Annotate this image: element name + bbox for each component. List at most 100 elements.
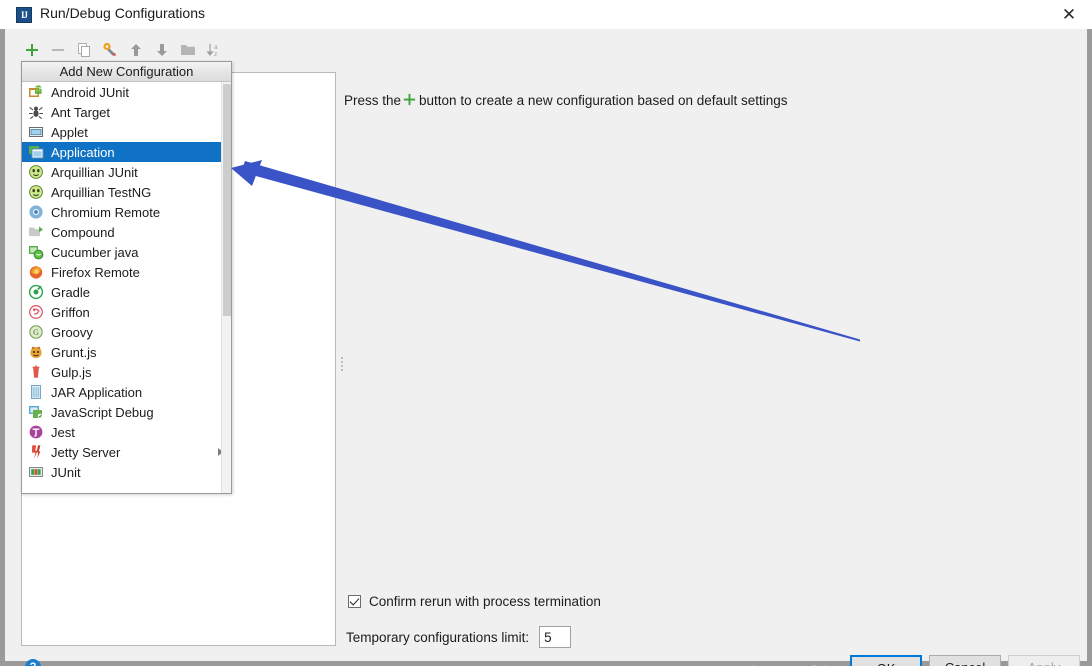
add-configuration-button[interactable] xyxy=(21,38,43,62)
applet-icon xyxy=(28,124,44,140)
run-debug-configurations-dialog: IJ Run/Debug Configurations ✕ a z Press … xyxy=(0,0,1092,666)
jar-icon xyxy=(28,384,44,400)
new-folder-button[interactable] xyxy=(177,38,199,62)
configuration-type-list[interactable]: Android JUnit Ant Target Applet Application… xyxy=(22,82,231,493)
gradle-icon xyxy=(28,284,44,300)
config-type-item[interactable]: Gradle xyxy=(22,282,231,302)
config-type-label: JUnit xyxy=(51,464,81,480)
config-type-label: Application xyxy=(51,144,115,160)
config-type-label: Jest xyxy=(51,424,75,440)
config-type-label: Chromium Remote xyxy=(51,204,161,220)
config-type-label: Gradle xyxy=(51,284,91,300)
svg-text:G: G xyxy=(33,328,39,337)
config-type-label: Applet xyxy=(51,124,88,140)
confirm-rerun-checkbox[interactable] xyxy=(348,595,361,608)
wrench-icon xyxy=(99,42,121,58)
confirm-rerun-label: Confirm rerun with process termination xyxy=(369,594,601,609)
config-type-label: Ant Target xyxy=(51,104,111,120)
config-type-item[interactable]: JUnit xyxy=(22,462,231,482)
ant-icon xyxy=(28,104,44,120)
config-type-label: Groovy xyxy=(51,324,93,340)
config-type-item[interactable]: Arquillian JUnit xyxy=(22,162,231,182)
application-icon xyxy=(28,144,44,160)
temporary-limit-label: Temporary configurations limit: xyxy=(346,629,530,645)
hint-suffix-text: button to create a new configuration bas… xyxy=(419,92,788,108)
config-type-item[interactable]: G Groovy xyxy=(22,322,231,342)
plus-icon xyxy=(402,92,417,110)
close-icon[interactable]: ✕ xyxy=(1046,0,1092,29)
sort-az-icon: a z xyxy=(203,42,225,58)
config-type-item[interactable]: Firefox Remote xyxy=(22,262,231,282)
cancel-button[interactable]: Cancel xyxy=(929,655,1001,666)
config-type-item[interactable]: JavaScript Debug xyxy=(22,402,231,422)
config-type-item[interactable]: Grunt.js xyxy=(22,342,231,362)
config-type-label: Arquillian TestNG xyxy=(51,184,152,200)
cucumber-icon xyxy=(28,244,44,260)
ok-button[interactable]: OK xyxy=(850,655,922,666)
help-icon[interactable]: ? xyxy=(25,659,41,666)
intellij-logo-icon: IJ xyxy=(16,7,32,23)
config-type-item[interactable]: Griffon xyxy=(22,302,231,322)
popup-scrollbar-track[interactable] xyxy=(221,82,231,493)
temporary-limit-row: Temporary configurations limit: xyxy=(346,626,572,648)
copy-icon xyxy=(73,42,95,58)
add-new-configuration-popup: Add New Configuration Android JUnit Ant T… xyxy=(21,61,232,494)
config-type-item[interactable]: Android JUnit xyxy=(22,82,231,102)
config-type-item[interactable]: Jest xyxy=(22,422,231,442)
compound-icon xyxy=(28,224,44,240)
move-up-button[interactable] xyxy=(125,38,147,62)
firefox-icon xyxy=(28,264,44,280)
configuration-details-panel: Press the button to create a new configu… xyxy=(338,72,1082,648)
config-type-item[interactable]: Compound xyxy=(22,222,231,242)
junit-icon xyxy=(28,464,44,480)
arrow-down-icon xyxy=(151,42,173,58)
panel-splitter-handle[interactable] xyxy=(339,355,345,373)
config-type-item[interactable]: Applet xyxy=(22,122,231,142)
config-type-label: Firefox Remote xyxy=(51,264,140,280)
config-type-item[interactable]: Chromium Remote xyxy=(22,202,231,222)
copy-configuration-button[interactable] xyxy=(73,38,95,62)
config-type-item[interactable]: Cucumber java xyxy=(22,242,231,262)
config-type-label: Android JUnit xyxy=(51,84,130,100)
popup-title: Add New Configuration xyxy=(22,62,231,82)
config-type-label: Grunt.js xyxy=(51,344,97,360)
config-type-label: Cucumber java xyxy=(51,244,139,260)
svg-text:a: a xyxy=(214,44,218,51)
minus-icon xyxy=(47,42,69,58)
arquillian-icon xyxy=(28,184,44,200)
config-type-item[interactable]: Gulp.js xyxy=(22,362,231,382)
config-type-item[interactable]: Application xyxy=(22,142,231,162)
config-type-label: JavaScript Debug xyxy=(51,404,154,420)
chromium-icon xyxy=(28,204,44,220)
arquillian-icon xyxy=(28,164,44,180)
window-title: Run/Debug Configurations xyxy=(40,5,205,21)
empty-state-hint: Press the button to create a new configu… xyxy=(344,91,788,109)
title-bar: IJ Run/Debug Configurations ✕ xyxy=(0,0,1092,29)
folder-icon xyxy=(177,42,199,58)
grunt-icon xyxy=(28,344,44,360)
gulp-icon xyxy=(28,364,44,380)
config-type-label: Jetty Server xyxy=(51,444,121,460)
config-type-label: JAR Application xyxy=(51,384,143,400)
config-type-item[interactable]: Arquillian TestNG xyxy=(22,182,231,202)
jest-icon xyxy=(28,424,44,440)
config-type-item[interactable]: Jetty Server xyxy=(22,442,231,462)
move-down-button[interactable] xyxy=(151,38,173,62)
config-type-item[interactable]: JAR Application xyxy=(22,382,231,402)
sort-configurations-button[interactable]: a z xyxy=(203,38,225,62)
javascript-debug-icon xyxy=(28,404,44,420)
edit-templates-button[interactable] xyxy=(99,38,121,62)
config-type-label: Gulp.js xyxy=(51,364,92,380)
config-type-label: Griffon xyxy=(51,304,90,320)
jetty-icon xyxy=(28,444,44,460)
android-junit-icon xyxy=(28,84,44,100)
hint-prefix-text: Press the xyxy=(344,92,402,108)
griffon-icon xyxy=(28,304,44,320)
confirm-rerun-checkbox-row[interactable]: Confirm rerun with process termination xyxy=(348,594,601,609)
config-type-item[interactable]: Ant Target xyxy=(22,102,231,122)
temporary-limit-input[interactable] xyxy=(539,626,572,648)
remove-configuration-button[interactable] xyxy=(47,38,69,62)
groovy-icon: G xyxy=(28,324,44,340)
config-type-label: Compound xyxy=(51,224,115,240)
popup-scrollbar-thumb[interactable] xyxy=(223,84,231,316)
